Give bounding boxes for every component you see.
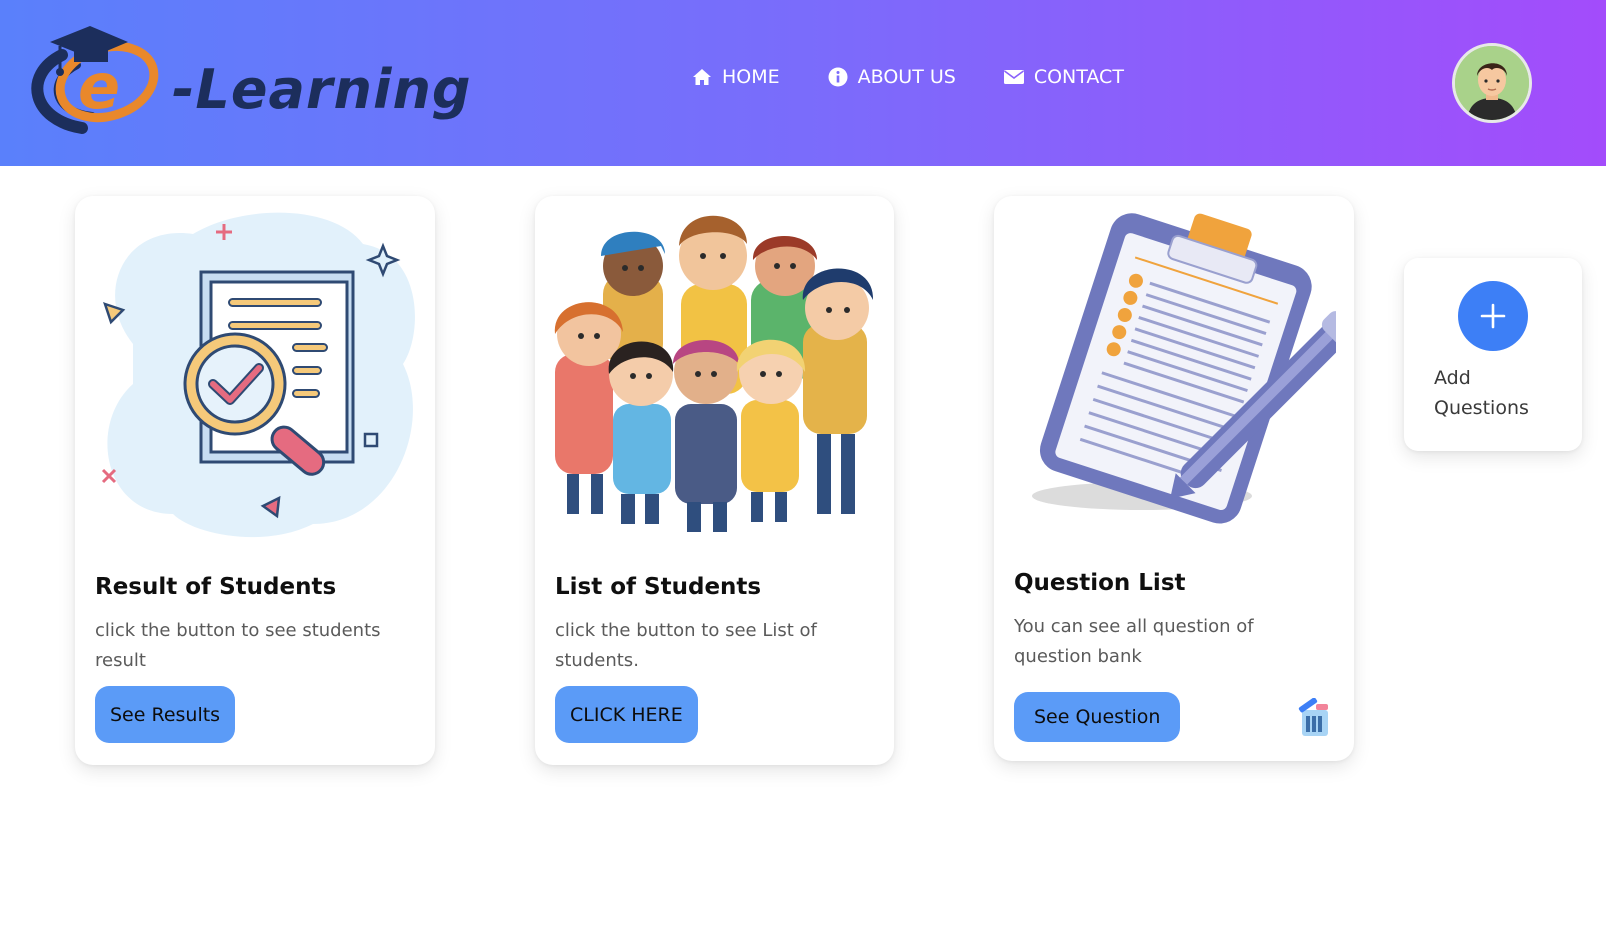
info-icon: [828, 67, 848, 87]
card-description: You can see all question of question ban…: [1014, 616, 1254, 667]
nav-home-label: HOME: [722, 66, 780, 88]
group-of-students-image: [553, 204, 877, 544]
card-title: Question List: [1014, 570, 1186, 596]
card-title: List of Students: [555, 574, 762, 600]
clipboard-pen-icon: [1012, 204, 1358, 544]
trash-icon[interactable]: [1296, 697, 1332, 738]
add-questions-label: Add Questions: [1434, 367, 1529, 419]
card-description: click the button to see students result: [95, 620, 381, 671]
document-magnifier-check-icon: [93, 204, 417, 544]
card-description: click the button to see List of students…: [555, 620, 817, 671]
question-list-card: Question List You can see all question o…: [994, 196, 1358, 761]
results-card: Result of Students click the button to s…: [75, 196, 435, 765]
home-icon: [693, 69, 711, 85]
nav-about-label: ABOUT US: [857, 66, 956, 88]
add-questions-card[interactable]: Add Questions: [1404, 258, 1582, 451]
nav-about-us[interactable]: ABOUT US: [828, 66, 956, 88]
top-header: e -Learning HOME ABOUT US CONTACT: [0, 0, 1606, 166]
students-card: List of Students click the button to see…: [535, 196, 894, 765]
logo-letter: e: [78, 50, 121, 123]
main-nav: HOME ABOUT US CONTACT: [692, 66, 1172, 88]
envelope-icon: [1003, 70, 1024, 84]
logo-text: -Learning: [172, 58, 472, 121]
click-here-button[interactable]: CLICK HERE: [555, 686, 698, 743]
user-avatar-icon: [1455, 46, 1529, 120]
nav-home[interactable]: HOME: [692, 66, 780, 88]
user-avatar[interactable]: [1452, 43, 1532, 123]
e-learning-logo[interactable]: e -Learning: [22, 20, 472, 145]
see-question-button[interactable]: See Question: [1014, 692, 1181, 742]
nav-contact-label: CONTACT: [1033, 66, 1124, 88]
add-button[interactable]: [1458, 281, 1528, 351]
card-title: Result of Students: [95, 574, 337, 600]
see-results-button[interactable]: See Results: [95, 686, 236, 743]
nav-contact[interactable]: CONTACT: [1003, 66, 1124, 88]
plus-icon: [1480, 303, 1506, 329]
